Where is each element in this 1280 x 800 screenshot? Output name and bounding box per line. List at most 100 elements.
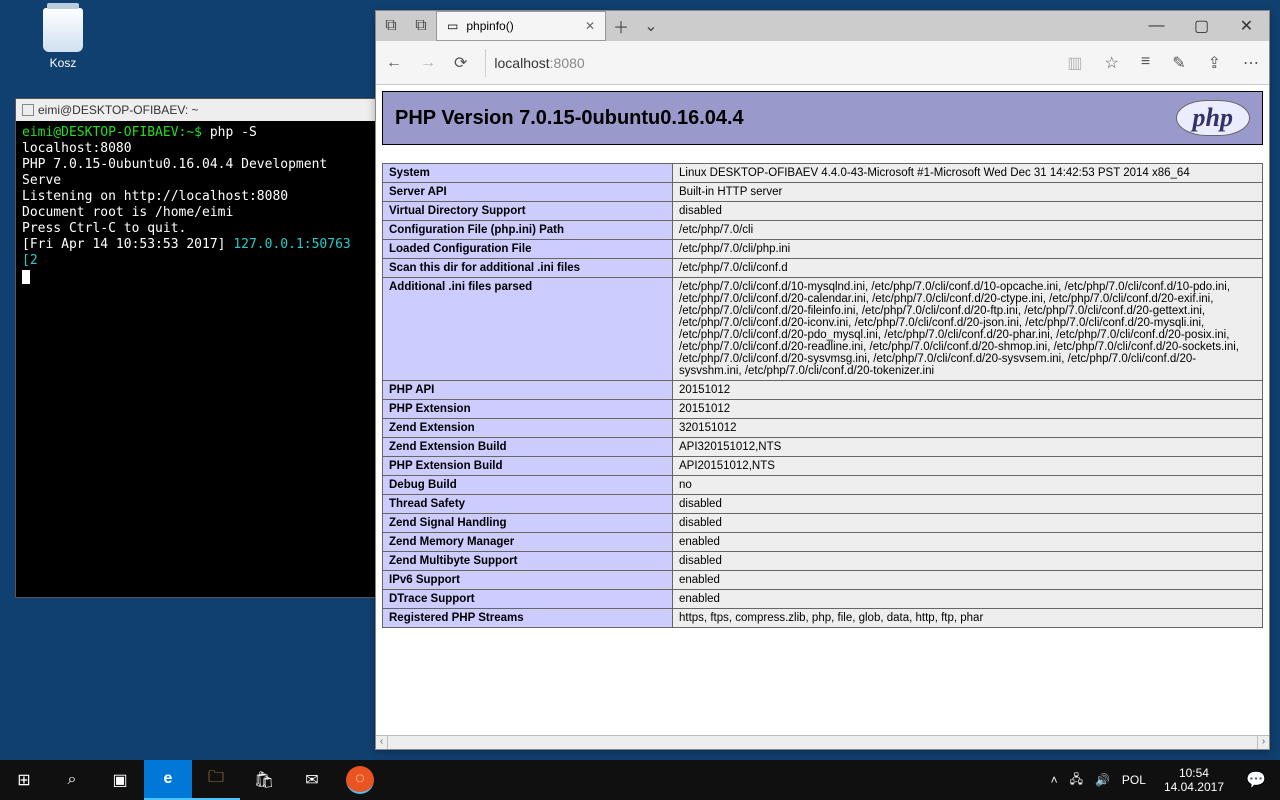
phpinfo-value: disabled bbox=[673, 495, 1263, 514]
phpinfo-value: /etc/php/7.0/cli bbox=[673, 221, 1263, 240]
clock-time: 10:54 bbox=[1164, 766, 1224, 780]
terminal-prompt: eimi@DESKTOP-OFIBAEV:~$ bbox=[22, 125, 202, 140]
phpinfo-value: disabled bbox=[673, 202, 1263, 221]
taskbar-clock[interactable]: 10:54 14.04.2017 bbox=[1156, 766, 1232, 794]
new-tab-icon[interactable]: ＋ bbox=[606, 11, 636, 41]
share-icon[interactable]: ⇪ bbox=[1208, 53, 1221, 73]
browser-content[interactable]: PHP Version 7.0.15-0ubuntu0.16.04.4 php … bbox=[376, 85, 1269, 735]
phpinfo-key: PHP API bbox=[383, 381, 673, 400]
horizontal-scrollbar[interactable]: ‹ › bbox=[376, 735, 1269, 749]
browser-toolbar: ← → ⟳ localhost:8080 ▥ ☆ ≡ ✎ ⇪ ⋯ bbox=[376, 41, 1269, 85]
phpinfo-value: enabled bbox=[673, 590, 1263, 609]
table-row: Scan this dir for additional .ini files/… bbox=[383, 259, 1263, 278]
table-row: DTrace Supportenabled bbox=[383, 590, 1263, 609]
phpinfo-value: enabled bbox=[673, 571, 1263, 590]
browser-window: ⧉ ⧉ ▭ phpinfo() ✕ ＋ ⌄ — ▢ ✕ ← → ⟳ localh… bbox=[375, 10, 1270, 750]
taskbar-store-icon[interactable]: 🛍 bbox=[240, 760, 288, 800]
more-icon[interactable]: ⋯ bbox=[1243, 53, 1259, 73]
back-icon[interactable]: ← bbox=[386, 54, 402, 72]
phpinfo-key: PHP Extension Build bbox=[383, 457, 673, 476]
table-row: Additional .ini files parsed/etc/php/7.0… bbox=[383, 278, 1263, 381]
taskbar-mail-icon[interactable]: ✉ bbox=[288, 760, 336, 800]
close-icon[interactable]: ✕ bbox=[1224, 11, 1269, 41]
terminal-window[interactable]: eimi@DESKTOP-OFIBAEV: ~ eimi@DESKTOP-OFI… bbox=[15, 98, 380, 598]
scroll-left-icon[interactable]: ‹ bbox=[376, 736, 388, 749]
browser-tabstrip: ⧉ ⧉ ▭ phpinfo() ✕ ＋ ⌄ — ▢ ✕ bbox=[376, 11, 1269, 41]
phpinfo-key: Server API bbox=[383, 183, 673, 202]
table-row: PHP Extension BuildAPI20151012,NTS bbox=[383, 457, 1263, 476]
start-icon[interactable]: ⊞ bbox=[0, 760, 48, 800]
table-row: Zend Memory Managerenabled bbox=[383, 533, 1263, 552]
phpinfo-value: enabled bbox=[673, 533, 1263, 552]
forward-icon[interactable]: → bbox=[420, 54, 436, 72]
phpinfo-key: Additional .ini files parsed bbox=[383, 278, 673, 381]
url-port: :8080 bbox=[550, 55, 585, 71]
tab-close-icon[interactable]: ✕ bbox=[585, 19, 595, 33]
terminal-line: [Fri Apr 14 10:53:53 2017] bbox=[22, 237, 226, 252]
table-row: IPv6 Supportenabled bbox=[383, 571, 1263, 590]
tray-network-icon[interactable]: 🖧 bbox=[1070, 770, 1083, 791]
refresh-icon[interactable]: ⟳ bbox=[454, 53, 467, 73]
phpinfo-value: /etc/php/7.0/cli/conf.d bbox=[673, 259, 1263, 278]
terminal-cursor bbox=[22, 270, 30, 284]
browser-tab[interactable]: ▭ phpinfo() ✕ bbox=[436, 11, 606, 41]
terminal-line: Document root is /home/eimi bbox=[22, 205, 233, 220]
phpinfo-value: no bbox=[673, 476, 1263, 495]
tab-aside-restore-icon[interactable]: ⧉ bbox=[406, 11, 436, 41]
clock-date: 14.04.2017 bbox=[1164, 780, 1224, 794]
phpinfo-value: disabled bbox=[673, 552, 1263, 571]
phpinfo-key: Zend Memory Manager bbox=[383, 533, 673, 552]
phpinfo-value: API20151012,NTS bbox=[673, 457, 1263, 476]
phpinfo-value: https, ftps, compress.zlib, php, file, g… bbox=[673, 609, 1263, 628]
phpinfo-key: Registered PHP Streams bbox=[383, 609, 673, 628]
phpinfo-key: Thread Safety bbox=[383, 495, 673, 514]
taskbar-ubuntu-icon[interactable]: ◌ bbox=[346, 766, 374, 794]
taskbar: ⊞ ⌕ ▣ e 🗀 🛍 ✉ ◌ ˄ 🖧 🔊 POL 10:54 14.04.20… bbox=[0, 760, 1280, 800]
tab-menu-icon[interactable]: ⌄ bbox=[636, 11, 666, 41]
terminal-title: eimi@DESKTOP-OFIBAEV: ~ bbox=[38, 99, 199, 121]
favorite-icon[interactable]: ☆ bbox=[1105, 53, 1119, 73]
tray-language[interactable]: POL bbox=[1122, 773, 1146, 787]
tray-volume-icon[interactable]: 🔊 bbox=[1095, 773, 1110, 787]
recycle-bin[interactable]: Kosz bbox=[28, 8, 98, 70]
taskbar-edge-icon[interactable]: e bbox=[144, 760, 192, 800]
phpinfo-key: Loaded Configuration File bbox=[383, 240, 673, 259]
maximize-icon[interactable]: ▢ bbox=[1179, 11, 1224, 41]
tab-title: phpinfo() bbox=[466, 19, 513, 33]
table-row: Loaded Configuration File/etc/php/7.0/cl… bbox=[383, 240, 1263, 259]
phpinfo-key: Scan this dir for additional .ini files bbox=[383, 259, 673, 278]
phpinfo-key: PHP Extension bbox=[383, 400, 673, 419]
phpinfo-value: Linux DESKTOP-OFIBAEV 4.4.0-43-Microsoft… bbox=[673, 164, 1263, 183]
phpinfo-key: Zend Multibyte Support bbox=[383, 552, 673, 571]
php-logo: php bbox=[1176, 100, 1250, 136]
taskview-icon[interactable]: ▣ bbox=[96, 760, 144, 800]
tray-chevron-icon[interactable]: ˄ bbox=[1051, 773, 1058, 787]
scroll-right-icon[interactable]: › bbox=[1257, 736, 1269, 749]
tab-page-icon: ▭ bbox=[447, 19, 458, 33]
terminal-line: Listening on http://localhost:8080 bbox=[22, 189, 288, 204]
table-row: Debug Buildno bbox=[383, 476, 1263, 495]
phpinfo-value: disabled bbox=[673, 514, 1263, 533]
phpinfo-key: Configuration File (php.ini) Path bbox=[383, 221, 673, 240]
action-center-icon[interactable]: 💬 bbox=[1232, 760, 1280, 800]
search-icon[interactable]: ⌕ bbox=[48, 760, 96, 800]
hub-icon[interactable]: ≡ bbox=[1141, 53, 1150, 73]
table-row: Virtual Directory Supportdisabled bbox=[383, 202, 1263, 221]
table-row: Server APIBuilt-in HTTP server bbox=[383, 183, 1263, 202]
address-bar[interactable]: localhost:8080 bbox=[485, 49, 1049, 77]
table-row: Configuration File (php.ini) Path/etc/ph… bbox=[383, 221, 1263, 240]
terminal-icon bbox=[22, 104, 34, 116]
taskbar-explorer-icon[interactable]: 🗀 bbox=[192, 760, 240, 800]
phpinfo-value: /etc/php/7.0/cli/php.ini bbox=[673, 240, 1263, 259]
table-row: Zend Signal Handlingdisabled bbox=[383, 514, 1263, 533]
terminal-titlebar[interactable]: eimi@DESKTOP-OFIBAEV: ~ bbox=[16, 99, 379, 121]
reading-view-icon[interactable]: ▥ bbox=[1067, 53, 1082, 73]
tab-aside-icon[interactable]: ⧉ bbox=[376, 11, 406, 41]
systray: ˄ 🖧 🔊 POL bbox=[1041, 770, 1156, 791]
terminal-body[interactable]: eimi@DESKTOP-OFIBAEV:~$ php -S localhost… bbox=[16, 121, 379, 289]
minimize-icon[interactable]: — bbox=[1134, 11, 1179, 41]
notes-icon[interactable]: ✎ bbox=[1172, 53, 1185, 73]
phpinfo-key: DTrace Support bbox=[383, 590, 673, 609]
recycle-bin-icon bbox=[43, 8, 83, 52]
table-row: Thread Safetydisabled bbox=[383, 495, 1263, 514]
